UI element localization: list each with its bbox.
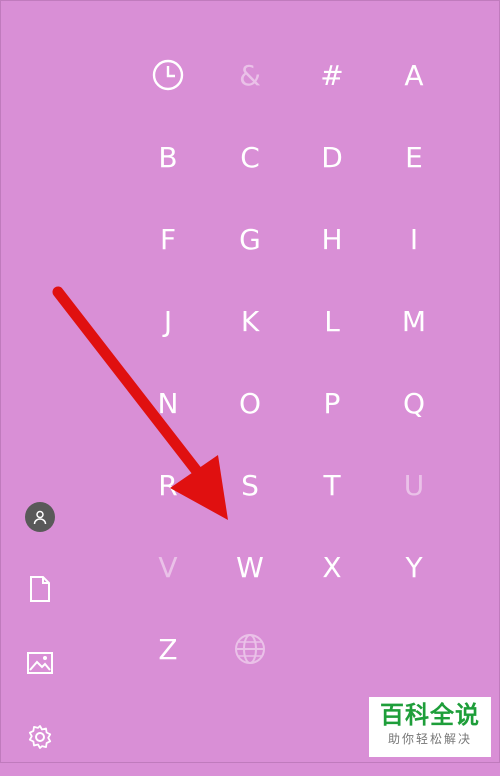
jump-letter-k[interactable]: K (209, 280, 291, 362)
jump-letter-m[interactable]: M (373, 280, 455, 362)
jump-letter-w[interactable]: W (209, 526, 291, 608)
jump-letter-h[interactable]: H (291, 198, 373, 280)
jump-letter-o[interactable]: O (209, 362, 291, 444)
jump-letter-q[interactable]: Q (373, 362, 455, 444)
jump-letter-j[interactable]: J (127, 280, 209, 362)
gear-icon (27, 724, 53, 754)
user-icon (25, 502, 55, 532)
jump-letter-x[interactable]: X (291, 526, 373, 608)
jump-letter-l[interactable]: L (291, 280, 373, 362)
watermark-title: 百科全说 (380, 701, 480, 729)
document-icon (29, 576, 51, 606)
jump-letter-y[interactable]: Y (373, 526, 455, 608)
jump-letter-s[interactable]: S (209, 444, 291, 526)
jump-letter-ampersand: & (239, 58, 261, 92)
documents-button[interactable] (18, 554, 62, 628)
jump-letter-c[interactable]: C (209, 116, 291, 198)
jump-letter-i[interactable]: I (373, 198, 455, 280)
picture-icon (27, 652, 53, 678)
settings-button[interactable] (18, 702, 62, 776)
jump-letter-g[interactable]: G (209, 198, 291, 280)
jump-letter-t[interactable]: T (291, 444, 373, 526)
jump-letter-n[interactable]: N (127, 362, 209, 444)
alphabet-jump-list: & # A B C D E F G H I J K L M N O P Q R S T U V W X Y Z (127, 34, 455, 690)
jump-letter-hash[interactable]: # (291, 34, 373, 116)
pictures-button[interactable] (18, 628, 62, 702)
clock-icon[interactable] (127, 34, 209, 116)
watermark-subtitle: 助你轻松解决 (387, 732, 472, 746)
jump-letter-a[interactable]: A (373, 34, 455, 116)
jump-letter-p[interactable]: P (291, 362, 373, 444)
user-account-button[interactable] (18, 480, 62, 554)
jump-letter-b[interactable]: B (127, 116, 209, 198)
watermark: 百科全说 助你轻松解决 (369, 697, 491, 757)
start-left-rail (18, 480, 62, 776)
jump-letter-v: V (158, 550, 178, 584)
globe-icon (209, 608, 291, 690)
jump-letter-u: U (403, 468, 425, 502)
jump-letter-f[interactable]: F (127, 198, 209, 280)
jump-letter-z[interactable]: Z (127, 608, 209, 690)
jump-letter-r[interactable]: R (127, 444, 209, 526)
jump-letter-e[interactable]: E (373, 116, 455, 198)
jump-letter-d[interactable]: D (291, 116, 373, 198)
